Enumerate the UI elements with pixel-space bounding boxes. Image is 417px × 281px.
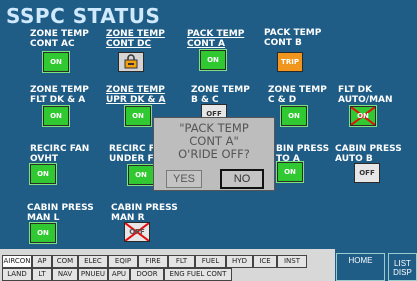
no-button[interactable]: NO — [220, 169, 264, 189]
system-tab-bar: AIRCON AP COM ELEC EQIP FIRE FLT FUEL HY… — [0, 249, 335, 281]
state-text: ON — [357, 112, 369, 120]
cell-label: FLT DK AUTO/MAN — [338, 85, 393, 105]
cabin-press-auto-a-button[interactable]: ON — [276, 161, 304, 183]
lock-icon — [124, 54, 138, 69]
cell-label: ZONE TEMP UPR DK & A — [106, 85, 166, 105]
tab-ap[interactable]: AP — [32, 255, 52, 268]
tab-aircon[interactable]: AIRCON — [2, 255, 32, 268]
zone-temp-upr-dk-a: ZONE TEMP UPR DK & A — [106, 85, 178, 105]
cell-label: ZONE TEMP CONT DC — [106, 29, 165, 49]
zone-temp-cont-dc: ZONE TEMP CONT DC — [106, 29, 178, 49]
flt-dk-auto-man-button[interactable]: ON — [349, 105, 377, 127]
tab-nav[interactable]: NAV — [52, 268, 78, 281]
home-label: HOME — [348, 256, 373, 265]
cell-label: PACK TEMP CONT B — [264, 28, 322, 48]
tab-flt[interactable]: FLT — [168, 255, 195, 268]
cell-label: CABIN PRESS MAN R — [111, 203, 178, 223]
tab-elec[interactable]: ELEC — [78, 255, 108, 268]
zone-temp-cont-ac-button[interactable]: ON — [42, 51, 70, 73]
tab-eqip[interactable]: EQIP — [108, 255, 138, 268]
cell-label: ZONE TEMP C & D — [268, 85, 327, 105]
cell-label: RECIRC FAN OVHT — [30, 144, 90, 164]
cell-label: CABIN PRESS MAN L — [27, 203, 94, 223]
cell-label: CABIN PRESS AUTO B — [335, 144, 402, 164]
zone-temp-b-c: ZONE TEMP B & C — [191, 85, 263, 105]
zone-temp-flt-dk-a: ZONE TEMP FLT DK & A — [30, 85, 102, 105]
tab-fire[interactable]: FIRE — [138, 255, 168, 268]
sspc-status-screen: SSPC STATUS ZONE TEMP CONT AC ON ZONE TE… — [0, 0, 417, 281]
cabin-press-man-l-button[interactable]: ON — [29, 222, 57, 244]
cabin-press-man-l: CABIN PRESS MAN L — [27, 203, 99, 223]
cell-label: ZONE TEMP FLT DK & A — [30, 85, 89, 105]
cabin-press-man-r: CABIN PRESS MAN R — [111, 203, 183, 223]
cell-label: ZONE TEMP CONT AC — [30, 29, 89, 49]
state-text: OFF — [129, 228, 145, 236]
dialog-message: "PACK TEMP CONT A" O'RIDE OFF? — [154, 122, 274, 161]
cell-label: ZONE TEMP B & C — [191, 85, 250, 105]
zone-temp-cont-dc-button[interactable] — [118, 52, 144, 72]
recirc-fan-ovht-button[interactable]: ON — [29, 163, 57, 185]
zone-temp-cont-ac: ZONE TEMP CONT AC — [30, 29, 102, 49]
zone-temp-c-d: ZONE TEMP C & D — [268, 85, 340, 105]
tab-inst[interactable]: INST — [277, 255, 307, 268]
tab-hyd[interactable]: HYD — [226, 255, 253, 268]
page-title: SSPC STATUS — [6, 4, 161, 28]
dialog-line-3: O'RIDE OFF? — [178, 147, 250, 161]
zone-temp-upr-dk-a-button[interactable]: ON — [124, 105, 152, 127]
recirc-fan-under-floor-button[interactable]: ON — [127, 164, 155, 186]
tab-eng-fuel-cont[interactable]: ENG FUEL CONT — [164, 268, 232, 281]
tab-pnueu[interactable]: PNUEU — [78, 268, 108, 281]
tab-land[interactable]: LAND — [2, 268, 32, 281]
yes-button[interactable]: YES — [166, 170, 202, 188]
flt-dk-auto-man: FLT DK AUTO/MAN — [338, 85, 410, 105]
cabin-press-auto-b-button[interactable]: OFF — [354, 163, 380, 183]
list-disp-button[interactable]: LIST DISP — [388, 253, 417, 281]
tab-lt[interactable]: LT — [32, 268, 52, 281]
recirc-fan-ovht: RECIRC FAN OVHT — [30, 144, 102, 164]
disp-label: DISP — [393, 268, 412, 277]
tab-com[interactable]: COM — [52, 255, 78, 268]
tab-apu[interactable]: APU — [108, 268, 130, 281]
zone-temp-flt-dk-a-button[interactable]: ON — [42, 105, 70, 127]
home-button[interactable]: HOME — [336, 253, 385, 281]
pack-temp-cont-b-button[interactable]: TRIP — [277, 52, 303, 72]
zone-temp-c-d-button[interactable]: ON — [280, 105, 308, 127]
cabin-press-auto-b: CABIN PRESS AUTO B — [335, 144, 407, 164]
pack-temp-cont-b: PACK TEMP CONT B — [264, 28, 336, 48]
pack-temp-cont-a: PACK TEMP CONT A — [187, 29, 259, 49]
cell-label: PACK TEMP CONT A — [187, 29, 245, 49]
cabin-press-man-r-button[interactable]: OFF — [124, 222, 150, 242]
list-label: LIST — [394, 259, 411, 268]
pack-temp-cont-a-button[interactable]: ON — [199, 49, 227, 71]
tab-ice[interactable]: ICE — [253, 255, 277, 268]
tab-door[interactable]: DOOR — [130, 268, 164, 281]
override-confirm-dialog: "PACK TEMP CONT A" O'RIDE OFF? YES NO — [153, 117, 275, 191]
tab-fuel[interactable]: FUEL — [195, 255, 226, 268]
